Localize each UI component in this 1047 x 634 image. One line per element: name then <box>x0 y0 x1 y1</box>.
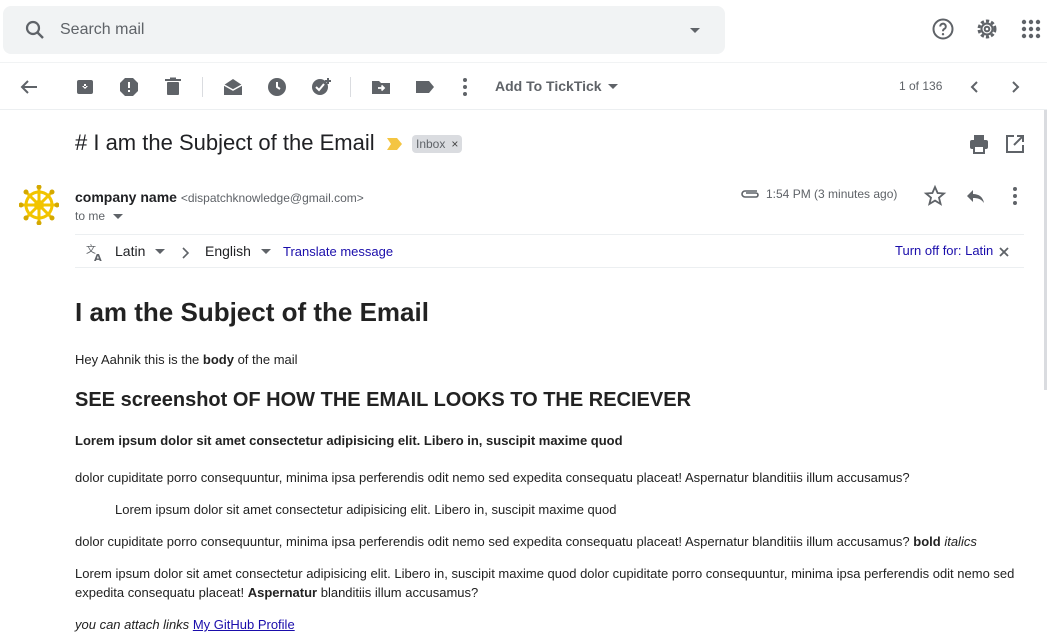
inbox-label-chip: Inbox × <box>412 135 463 153</box>
link-line: you can attach links My GitHub Profile <box>75 615 295 634</box>
message-more-icon[interactable] <box>1003 184 1027 208</box>
toolbar-divider <box>202 77 203 97</box>
paragraph-3-line-1: Lorem ipsum dolor sit amet consectetur a… <box>75 566 1015 581</box>
paragraph-2: dolor cupiditate porro consequuntur, min… <box>75 532 977 551</box>
more-options-icon[interactable] <box>453 75 477 99</box>
paragraph-2-text: dolor cupiditate porro consequuntur, min… <box>75 534 914 549</box>
toolbar-divider <box>350 77 351 97</box>
greeting-text-end: of the mail <box>233 352 298 367</box>
message-time: 1:54 PM (3 minutes ago) <box>766 187 898 201</box>
blockquote: Lorem ipsum dolor sit amet consectetur a… <box>115 502 617 517</box>
pagination-count: 1 of 136 <box>899 79 943 93</box>
svg-text:A: A <box>94 253 102 262</box>
source-language-select[interactable]: Latin <box>115 243 166 259</box>
sender-email: <dispatchknowledge@gmail.com> <box>180 191 364 205</box>
email-subject: # I am the Subject of the Email <box>75 130 375 155</box>
paragraph-1: dolor cupiditate porro consequuntur, min… <box>75 470 910 485</box>
remove-label-icon[interactable]: × <box>451 137 458 151</box>
move-to-folder-icon[interactable] <box>369 75 393 99</box>
reply-icon[interactable] <box>963 184 987 208</box>
newer-chevron-left-icon[interactable] <box>963 75 987 99</box>
paragraph-3-line-2: expedita consequatu placeat! Aspernatur … <box>75 583 478 602</box>
sender-name[interactable]: company name <box>75 189 177 205</box>
sender-info: company name <dispatchknowledge@gmail.co… <box>75 189 364 205</box>
delete-trash-icon[interactable] <box>161 75 185 99</box>
print-icon[interactable] <box>967 132 991 156</box>
add-to-tasks-icon[interactable] <box>309 75 333 99</box>
bold-paragraph: Lorem ipsum dolor sit amet consectetur a… <box>75 433 623 448</box>
chevron-down-icon <box>113 213 124 219</box>
body-heading: I am the Subject of the Email <box>75 297 429 327</box>
translate-message-link[interactable]: Translate message <box>283 244 393 259</box>
message-meta: 1:54 PM (3 minutes ago) <box>740 187 897 201</box>
search-options-icon[interactable] <box>685 20 705 40</box>
label-tag-icon[interactable] <box>413 75 437 99</box>
archive-icon[interactable] <box>73 75 97 99</box>
back-arrow-icon[interactable] <box>17 75 41 99</box>
chevron-down-icon <box>607 83 618 89</box>
source-language: Latin <box>115 243 146 259</box>
older-chevron-right-icon[interactable] <box>1003 75 1027 99</box>
github-profile-link[interactable]: My GitHub Profile <box>193 617 295 632</box>
report-spam-icon[interactable] <box>117 75 141 99</box>
top-bar: Search mail <box>0 0 1047 62</box>
star-icon[interactable] <box>923 184 947 208</box>
greeting-line: Hey Aahnik this is the body of the mail <box>75 350 298 369</box>
turn-off-translation-link[interactable]: Turn off for: Latin <box>895 243 993 258</box>
paragraph-3-text: expedita consequatu placeat! <box>75 585 248 600</box>
help-icon[interactable] <box>931 17 955 41</box>
search-input[interactable]: Search mail <box>60 21 144 39</box>
chevron-down-icon <box>260 248 271 254</box>
mark-unread-icon[interactable] <box>221 75 245 99</box>
snooze-clock-icon[interactable] <box>265 75 289 99</box>
message-toolbar: Add To TickTick 1 of 136 <box>0 62 1047 110</box>
close-icon[interactable] <box>999 247 1009 257</box>
greeting-text: Hey Aahnik this is the <box>75 352 203 367</box>
add-to-ticktick-button[interactable]: Add To TickTick <box>495 78 618 94</box>
sender-avatar[interactable] <box>19 185 59 225</box>
paragraph-3-text-end: blanditiis illum accusamus? <box>317 585 479 600</box>
recipient-details-toggle[interactable]: to me <box>75 209 124 223</box>
paragraph-2-bold: bold <box>913 534 941 549</box>
paragraph-3-bold: Aspernatur <box>247 585 318 600</box>
target-language-select[interactable]: English <box>205 243 271 259</box>
body-subheading: SEE screenshot OF HOW THE EMAIL LOOKS TO… <box>75 389 692 411</box>
chevron-right-icon <box>182 247 190 259</box>
settings-gear-icon[interactable] <box>975 17 999 41</box>
chevron-down-icon <box>155 248 166 254</box>
importance-marker-icon[interactable] <box>387 137 403 151</box>
search-bar[interactable]: Search mail <box>3 6 725 54</box>
search-icon[interactable] <box>23 18 47 42</box>
link-intro: you can attach links <box>75 617 190 632</box>
translate-bar: 文A Latin English Translate message Turn … <box>75 234 1024 268</box>
greeting-bold: body <box>202 352 234 367</box>
attachment-paperclip-icon <box>741 190 759 198</box>
open-new-window-icon[interactable] <box>1003 132 1027 156</box>
paragraph-2-italic: italics <box>944 534 977 549</box>
ticktick-label: Add To TickTick <box>495 78 602 94</box>
translate-icon: 文A <box>86 243 102 262</box>
target-language: English <box>205 243 251 259</box>
label-text: Inbox <box>416 137 446 151</box>
apps-grid-icon[interactable] <box>1019 17 1043 41</box>
recipient-label: to me <box>75 209 106 223</box>
